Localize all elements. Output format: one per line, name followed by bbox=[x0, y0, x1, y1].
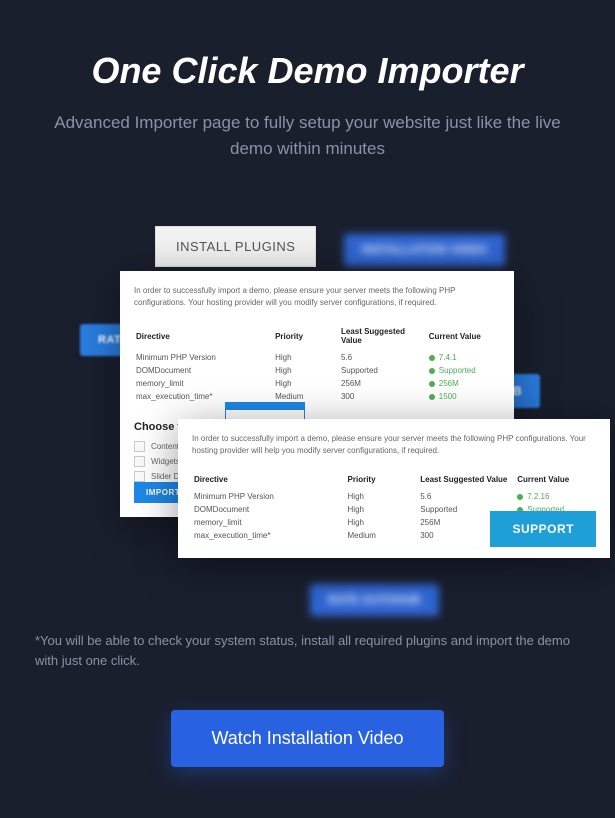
th-lsv: Least Suggested Value bbox=[339, 323, 427, 351]
th-directive: Directive bbox=[134, 323, 273, 351]
status-dot-icon bbox=[517, 494, 523, 500]
th-current: Current Value bbox=[427, 323, 500, 351]
table-row: memory_limit High 256M 256M bbox=[134, 377, 500, 390]
page-title: One Click Demo Importer bbox=[30, 50, 585, 92]
page-subtitle: Advanced Importer page to fully setup yo… bbox=[30, 110, 585, 161]
status-dot-icon bbox=[429, 368, 435, 374]
th-lsv: Least Suggested Value bbox=[418, 471, 515, 490]
checkbox-icon bbox=[134, 471, 145, 482]
checkbox-icon bbox=[134, 441, 145, 452]
footnote-text: *You will be able to check your system s… bbox=[30, 631, 585, 670]
th-priority: Priority bbox=[273, 323, 339, 351]
status-dot-icon bbox=[429, 394, 435, 400]
table-row: DOMDocument High Supported Supported bbox=[134, 364, 500, 377]
th-current: Current Value bbox=[515, 471, 596, 490]
rate-autohub-button-blurred-bottom: RATE AUTOHUB bbox=[310, 584, 439, 616]
install-plugins-button[interactable]: INSTALL PLUGINS bbox=[155, 226, 316, 267]
requirements-table-back: Directive Priority Least Suggested Value… bbox=[134, 323, 500, 403]
modal-header-bar bbox=[226, 403, 304, 410]
checkbox-icon bbox=[134, 456, 145, 467]
table-row: Minimum PHP Version High 5.6 7.2.16 bbox=[192, 490, 596, 503]
support-button[interactable]: SUPPORT bbox=[490, 511, 596, 547]
panel-intro-text: In order to successfully import a demo, … bbox=[192, 433, 596, 457]
screenshot-stage: INSTALLATION VIDEO RATE E AUTOHUB RATE A… bbox=[30, 221, 585, 601]
panel-intro-text: In order to successfully import a demo, … bbox=[134, 285, 500, 309]
watch-installation-video-button[interactable]: Watch Installation Video bbox=[171, 710, 443, 767]
th-directive: Directive bbox=[192, 471, 346, 490]
installation-video-button-blurred: INSTALLATION VIDEO bbox=[344, 234, 505, 266]
th-priority: Priority bbox=[346, 471, 419, 490]
status-dot-icon bbox=[429, 381, 435, 387]
status-dot-icon bbox=[429, 355, 435, 361]
requirements-panel-front: In order to successfully import a demo, … bbox=[178, 419, 610, 558]
table-row: Minimum PHP Version High 5.6 7.4.1 bbox=[134, 351, 500, 364]
table-row: max_execution_time* Medium 300 1500 bbox=[134, 390, 500, 403]
